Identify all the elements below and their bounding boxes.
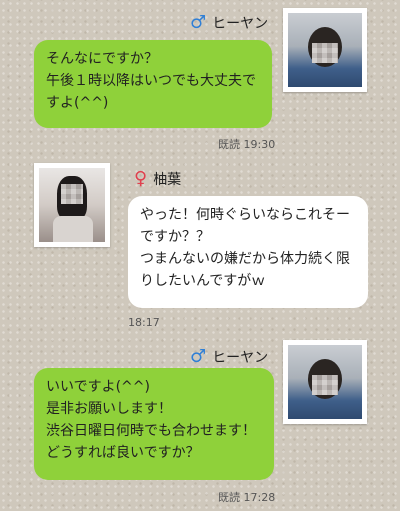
avatar-photo (39, 168, 105, 242)
message-time: 19:30 (243, 138, 276, 151)
avatar-hiyan[interactable] (283, 340, 367, 424)
message-time: 17:28 (243, 491, 276, 504)
male-icon: ♂ (190, 12, 207, 33)
sender-name-row: ♀ 柚葉 (134, 168, 181, 189)
message-meta: 既読 17:28 (218, 489, 275, 505)
avatar-photo (288, 345, 362, 419)
female-icon: ♀ (134, 168, 148, 189)
message-meta: 既読 19:30 (218, 136, 275, 152)
message-bubble: やった！何時ぐらいならこれそー ですか？？ つまんないの嫌だから体力続く限 りし… (128, 196, 368, 308)
avatar-photo (288, 13, 362, 87)
message-bubble: そんなにですか？ 午後１時以降はいつでも大丈夫で すよ(^^) (34, 40, 272, 128)
read-receipt: 既読 (218, 138, 240, 151)
message-meta: 18:17 (128, 316, 160, 329)
sender-name-row: ♂ ヒーヤン (190, 346, 268, 367)
read-receipt: 既読 (218, 491, 240, 504)
sender-name-row: ♂ ヒーヤン (190, 12, 268, 33)
message-bubble: いいですよ(^^) 是非お願いします！ 渋谷日曜日何時でも合わせます！ どうすれ… (34, 368, 274, 480)
avatar-yuzuha[interactable] (34, 163, 110, 247)
sender-name: ヒーヤン (212, 15, 269, 32)
message-time: 18:17 (128, 316, 160, 329)
sender-name: 柚葉 (153, 171, 182, 188)
sender-name: ヒーヤン (212, 349, 269, 366)
male-icon: ♂ (190, 346, 207, 367)
avatar-hiyan[interactable] (283, 8, 367, 92)
